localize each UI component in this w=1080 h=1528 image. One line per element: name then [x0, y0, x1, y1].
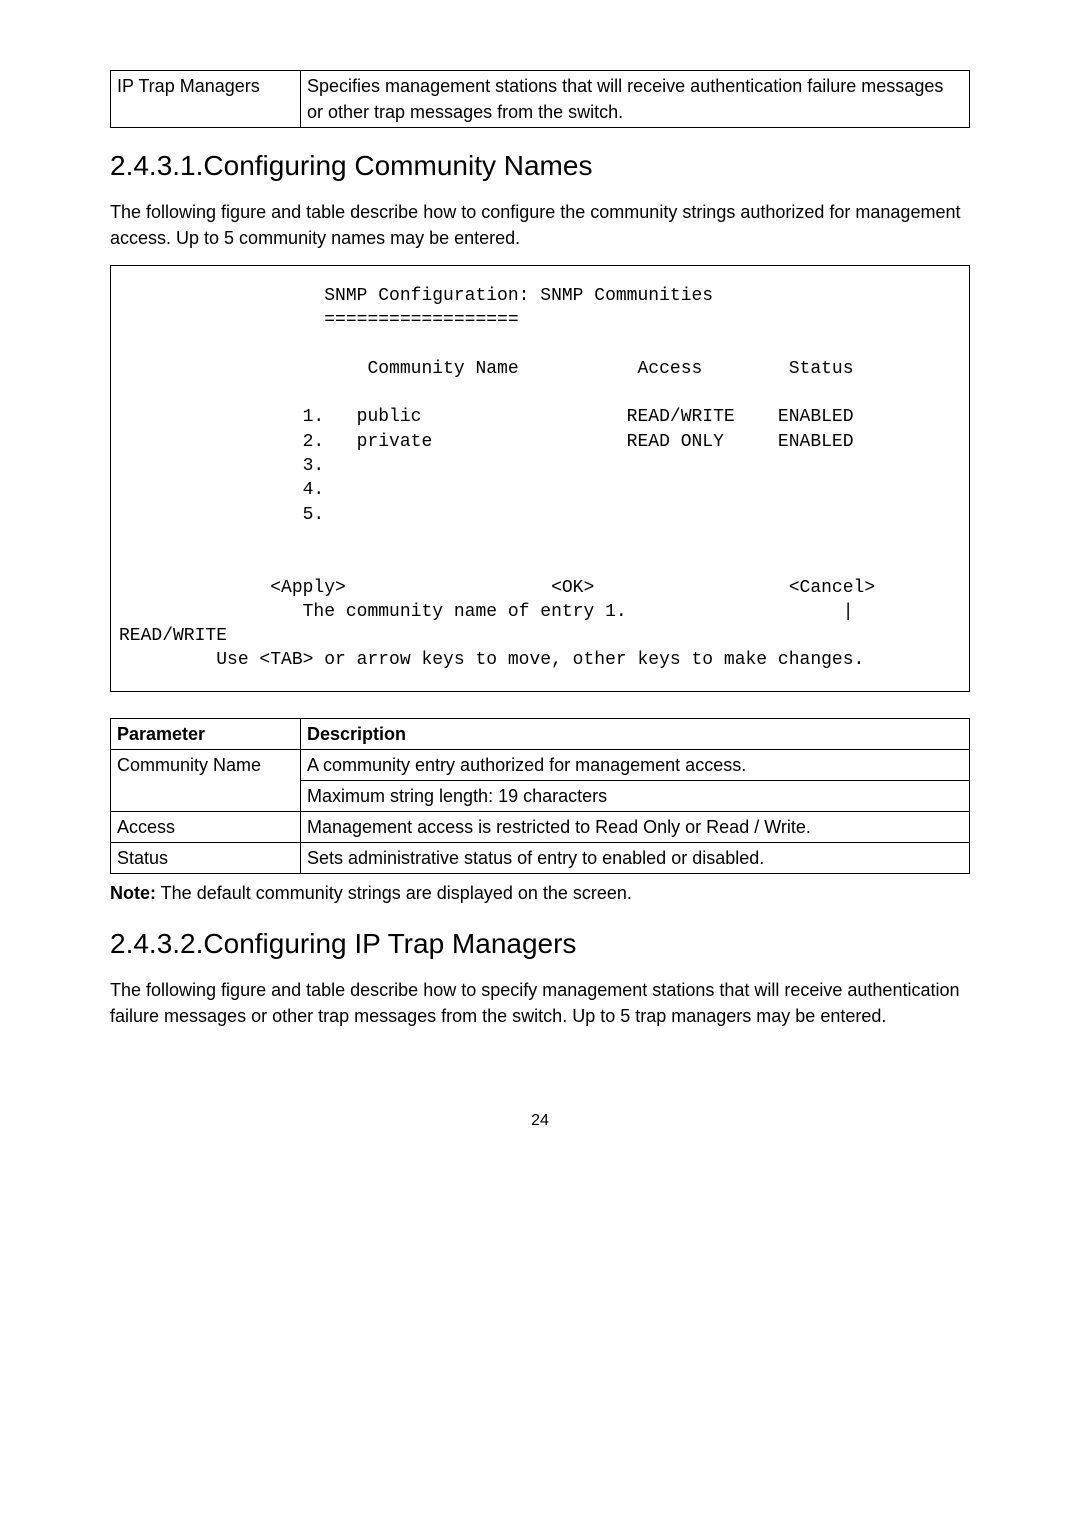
top-continuation-table: IP Trap Managers Specifies management st… — [110, 70, 970, 128]
console-output-box: SNMP Configuration: SNMP Communities ===… — [110, 265, 970, 692]
section-heading-community-names: 2.4.3.1.Configuring Community Names — [110, 146, 970, 187]
table-row: Community Name A community entry authori… — [111, 749, 970, 780]
header-description: Description — [301, 718, 970, 749]
table-row: Access Management access is restricted t… — [111, 812, 970, 843]
parameter-table: Parameter Description Community Name A c… — [110, 718, 970, 874]
cell-param: Community Name — [111, 749, 301, 811]
header-parameter: Parameter — [111, 718, 301, 749]
table-row: Status Sets administrative status of ent… — [111, 843, 970, 874]
cell-desc: Management access is restricted to Read … — [301, 812, 970, 843]
table-row: IP Trap Managers Specifies management st… — [111, 71, 970, 128]
table-header-row: Parameter Description — [111, 718, 970, 749]
cell-desc: Specifies management stations that will … — [301, 71, 970, 128]
section-intro-paragraph: The following figure and table describe … — [110, 977, 970, 1029]
cell-param: Access — [111, 812, 301, 843]
section-intro-paragraph: The following figure and table describe … — [110, 199, 970, 251]
cell-param: IP Trap Managers — [111, 71, 301, 128]
cell-desc: Sets administrative status of entry to e… — [301, 843, 970, 874]
note-line: Note: The default community strings are … — [110, 880, 970, 906]
note-text: The default community strings are displa… — [156, 883, 632, 903]
page-number: 24 — [110, 1109, 970, 1132]
section-heading-ip-trap-managers: 2.4.3.2.Configuring IP Trap Managers — [110, 924, 970, 965]
cell-desc: A community entry authorized for managem… — [301, 749, 970, 780]
note-label: Note: — [110, 883, 156, 903]
cell-param: Status — [111, 843, 301, 874]
cell-desc: Maximum string length: 19 characters — [301, 780, 970, 811]
console-output-text: SNMP Configuration: SNMP Communities ===… — [119, 284, 961, 673]
